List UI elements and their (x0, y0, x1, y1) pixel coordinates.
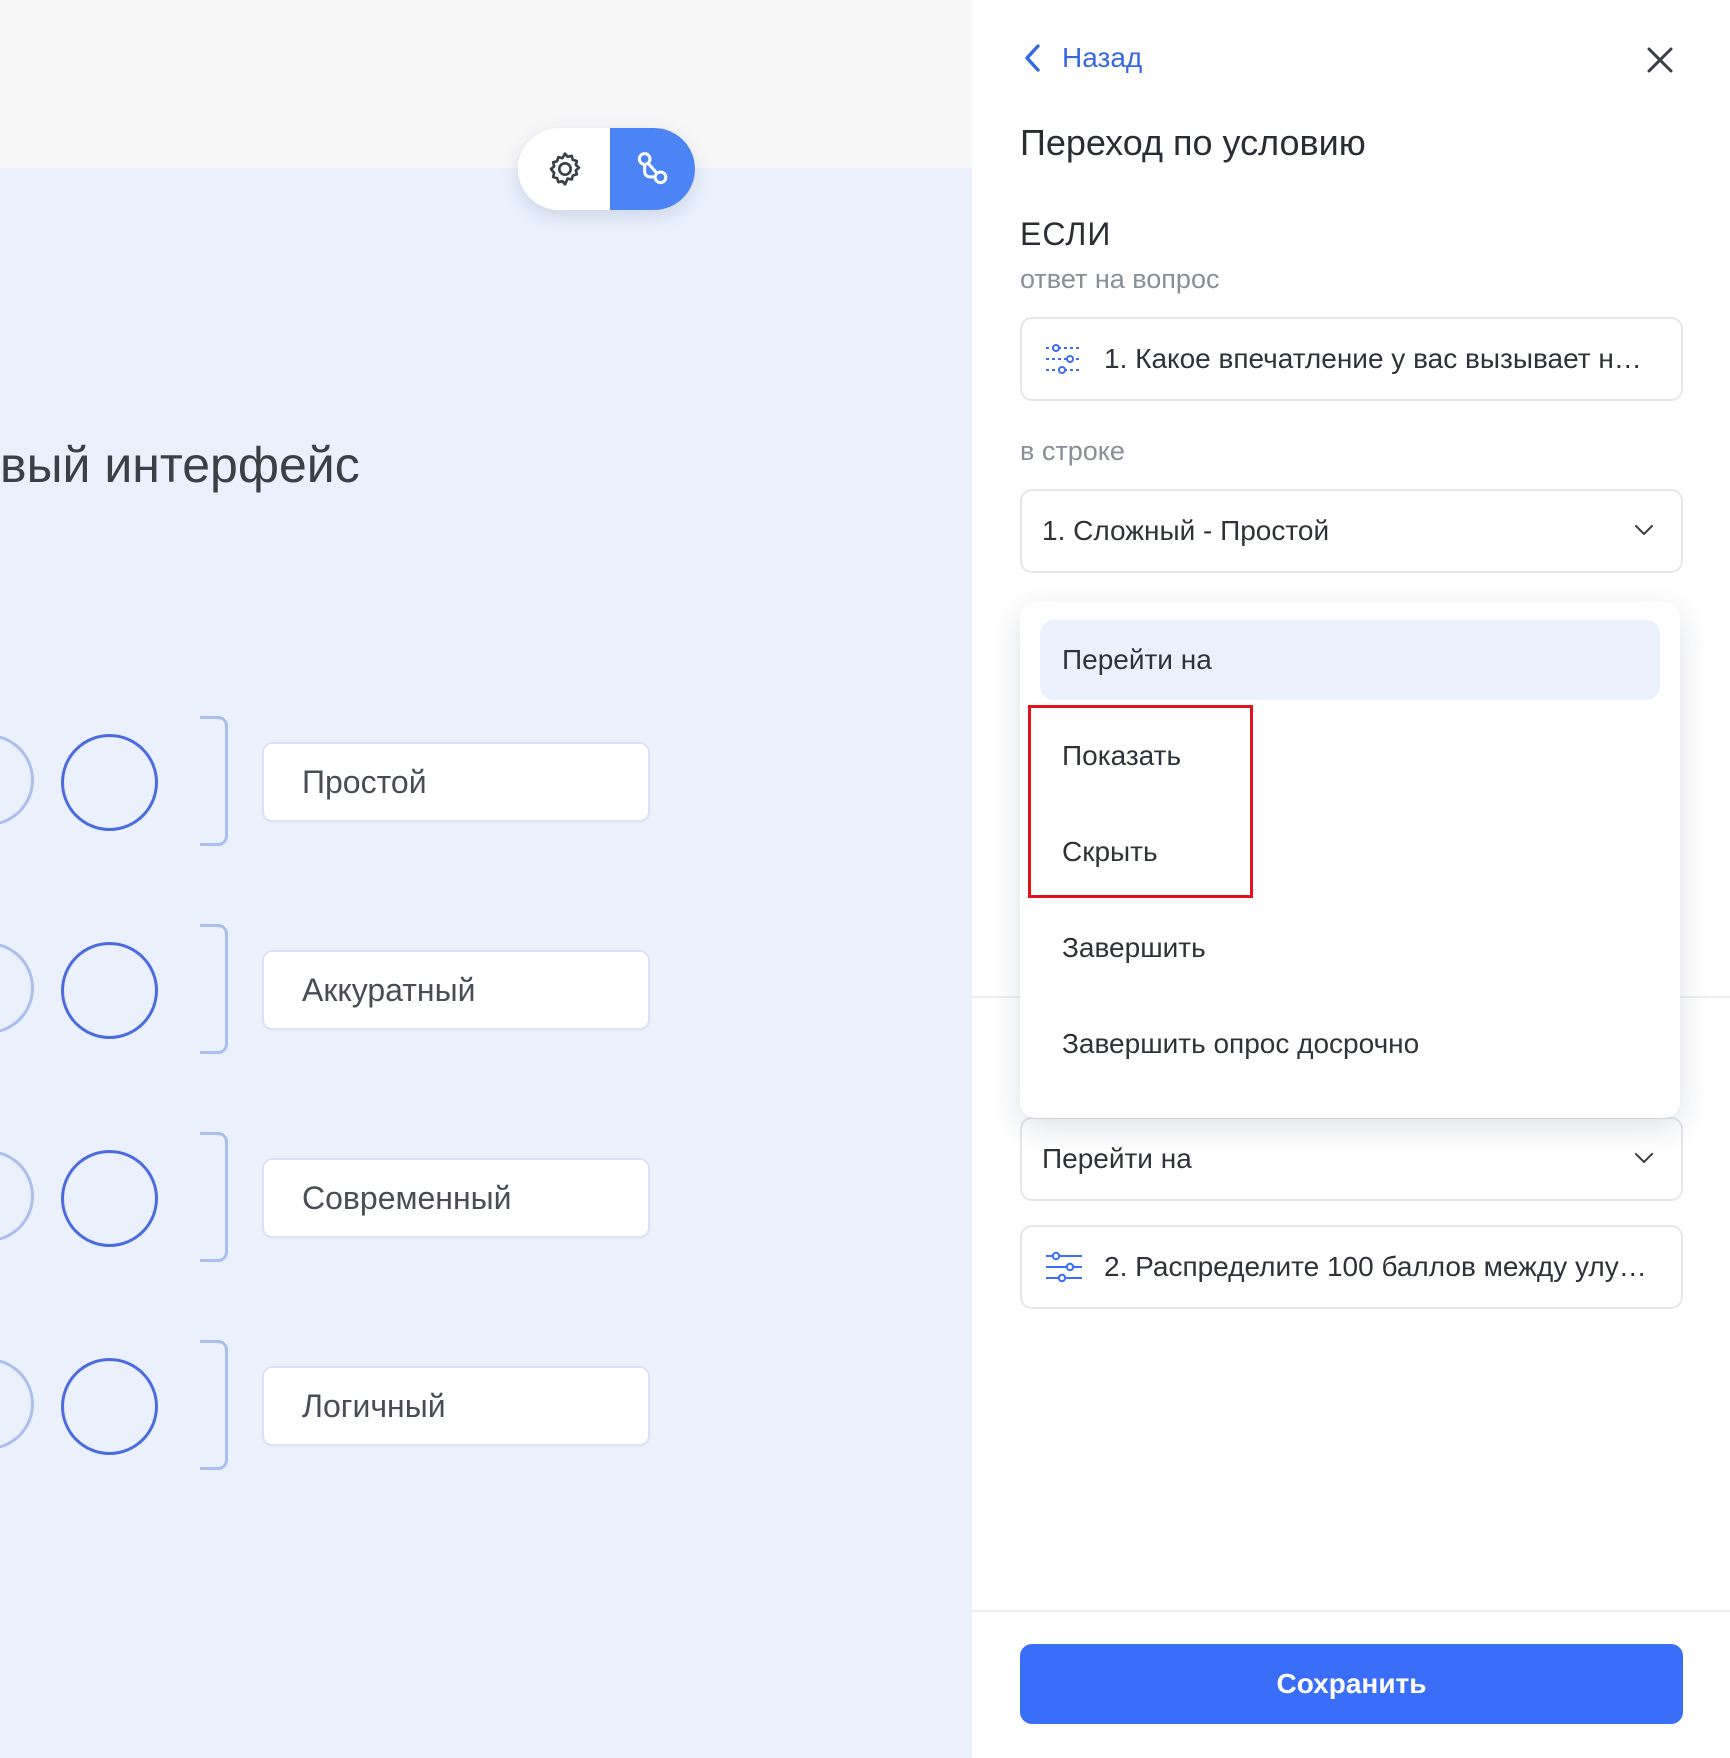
sliders-icon (1046, 1251, 1082, 1283)
question-label: ответ на вопрос (1020, 264, 1220, 294)
row-label: в строке (1020, 436, 1125, 466)
logic-branch-icon[interactable] (610, 128, 695, 210)
scale-point[interactable] (61, 1358, 158, 1455)
bracket-divider (200, 924, 228, 1054)
scale-point[interactable] (0, 1358, 34, 1450)
close-icon[interactable] (1644, 44, 1676, 76)
bracket-divider (200, 716, 228, 846)
scale-point[interactable] (0, 1150, 34, 1242)
chevron-left-icon (1025, 44, 1040, 72)
gear-icon[interactable] (544, 148, 586, 190)
scale-point[interactable] (61, 942, 158, 1039)
bracket-divider (200, 1340, 228, 1470)
menu-item-go-to[interactable]: Перейти на (1040, 620, 1660, 700)
option-label-field[interactable]: Простой (262, 742, 650, 822)
back-link[interactable]: Назад (1022, 42, 1142, 74)
option-label-field[interactable]: Аккуратный (262, 950, 650, 1030)
mode-toggle (518, 128, 695, 210)
target-question-value: 2. Распределите 100 баллов между улучшен… (1104, 1251, 1681, 1282)
question-select-value: 1. Какое впечатление у вас вызывает новы… (1104, 343, 1681, 374)
chevron-down-icon (1635, 1153, 1653, 1163)
scale-row: Современный (0, 1132, 972, 1262)
save-button[interactable]: Сохранить (1020, 1644, 1683, 1724)
menu-item-finish[interactable]: Завершить (1040, 908, 1660, 988)
annotation-highlight-box (1028, 705, 1253, 898)
row-select[interactable]: 1. Сложный - Простой (1020, 489, 1683, 573)
scale-point[interactable] (0, 942, 34, 1034)
option-label-field[interactable]: Логичный (262, 1366, 650, 1446)
survey-editor-canvas: вый интерфейс Простой Аккуратный Совреме… (0, 0, 972, 1758)
bracket-divider (200, 1132, 228, 1262)
option-label-field[interactable]: Современный (262, 1158, 650, 1238)
action-select[interactable]: Перейти на (1020, 1117, 1683, 1201)
back-label: Назад (1062, 42, 1143, 73)
footer-divider (972, 1610, 1730, 1612)
action-select-value: Перейти на (1042, 1143, 1192, 1174)
canvas-toolbar-area (0, 0, 972, 168)
question-select[interactable]: 1. Какое впечатление у вас вызывает новы… (1020, 317, 1683, 401)
row-select-value: 1. Сложный - Простой (1042, 515, 1330, 546)
target-question-select[interactable]: 2. Распределите 100 баллов между улучшен… (1020, 1225, 1683, 1309)
panel-title: Переход по условию (1020, 122, 1366, 163)
menu-item-finish-early[interactable]: Завершить опрос досрочно (1040, 1004, 1660, 1084)
scale-row: Аккуратный (0, 924, 972, 1054)
scale-question-icon (1046, 344, 1082, 374)
question-title: вый интерфейс (0, 437, 360, 493)
chevron-down-icon (1635, 525, 1653, 535)
scale-row: Логичный (0, 1340, 972, 1470)
scale-point[interactable] (61, 1150, 158, 1247)
scale-row: Простой (0, 716, 972, 846)
scale-point[interactable] (61, 734, 158, 831)
scale-point[interactable] (0, 734, 34, 826)
if-label: ЕСЛИ (1020, 216, 1112, 252)
